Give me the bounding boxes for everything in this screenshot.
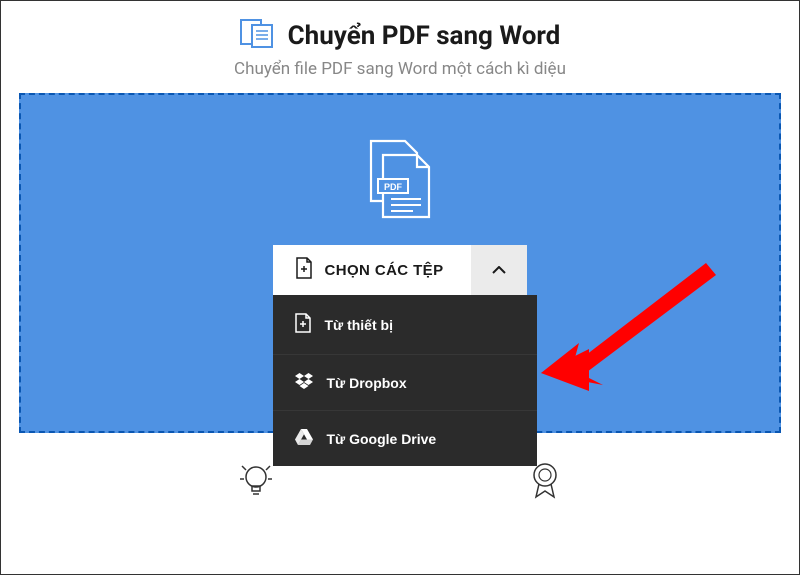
chevron-up-icon	[492, 263, 506, 278]
source-menu: Từ thiết bị Từ Dropbox	[273, 295, 537, 466]
menu-item-gdrive[interactable]: Từ Google Drive	[273, 411, 537, 466]
page-header: Chuyển PDF sang Word Chuyển file PDF san…	[1, 1, 799, 93]
award-ribbon-icon	[528, 461, 562, 505]
file-add-icon	[295, 313, 311, 336]
google-drive-icon	[295, 429, 313, 448]
choose-files-label: CHỌN CÁC TỆP	[325, 262, 444, 279]
file-dropzone[interactable]: PDF CHỌN CÁC TỆP	[19, 93, 781, 433]
page-subtitle: Chuyển file PDF sang Word một cách kì di…	[1, 59, 799, 79]
choose-files-button[interactable]: CHỌN CÁC TỆP	[273, 245, 472, 295]
dropdown-toggle-button[interactable]	[471, 245, 527, 295]
svg-text:PDF: PDF	[384, 182, 403, 192]
dropbox-icon	[295, 373, 313, 392]
menu-item-dropbox[interactable]: Từ Dropbox	[273, 355, 537, 411]
menu-item-device[interactable]: Từ thiết bị	[273, 295, 537, 355]
lightbulb-icon	[239, 461, 273, 505]
page-title: Chuyển PDF sang Word	[288, 21, 561, 51]
pdf-stack-icon: PDF	[365, 139, 435, 219]
menu-item-label: Từ Dropbox	[327, 375, 407, 391]
choose-files-group: CHỌN CÁC TỆP	[273, 245, 528, 295]
menu-item-label: Từ Google Drive	[327, 431, 437, 447]
annotation-arrow	[541, 245, 721, 399]
file-add-icon	[295, 257, 313, 283]
pdf-to-word-icon	[240, 19, 274, 53]
menu-item-label: Từ thiết bị	[325, 317, 393, 333]
